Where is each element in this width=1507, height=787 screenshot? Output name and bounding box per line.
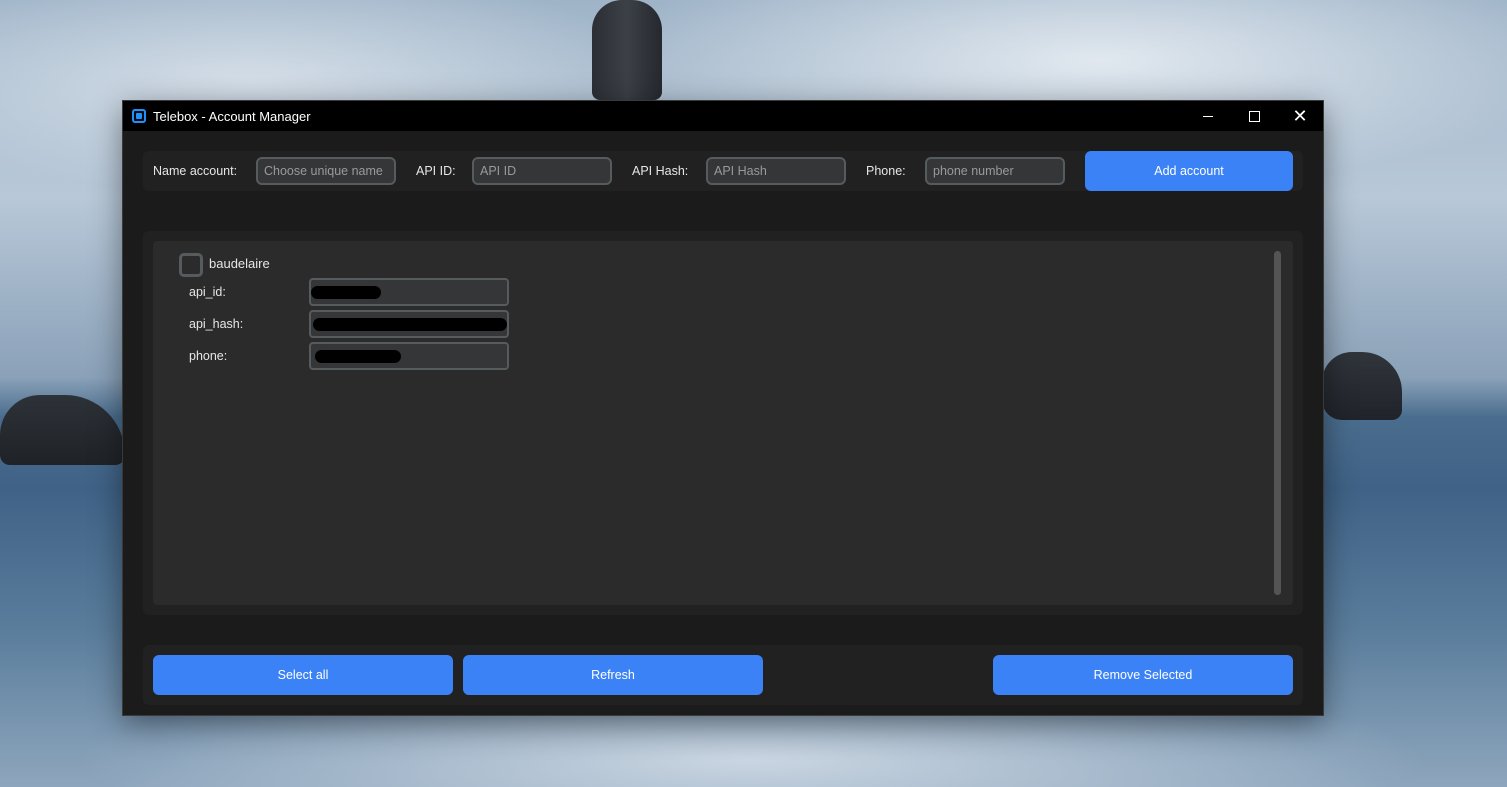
account-phone-field[interactable]: [309, 342, 509, 370]
actions-bar: Select all Refresh Remove Selected: [143, 645, 1303, 705]
redaction-mark: [311, 286, 381, 299]
phone-label: Phone:: [866, 164, 906, 178]
window-controls: ✕: [1185, 101, 1323, 131]
refresh-button[interactable]: Refresh: [463, 655, 763, 695]
name-account-input[interactable]: Choose unique name: [256, 157, 396, 185]
maximize-button[interactable]: [1231, 101, 1277, 131]
app-square-icon: [132, 109, 146, 123]
shore-rock-left: [0, 395, 125, 465]
list-scrollbar[interactable]: [1274, 251, 1281, 595]
account-manager-window: Telebox - Account Manager ✕ Name account…: [123, 101, 1323, 715]
redaction-mark: [315, 350, 401, 363]
accounts-list-panel: baudelaire api_id: api_hash: phone:: [143, 231, 1303, 615]
maximize-icon: [1248, 110, 1260, 122]
api-hash-field-label: api_hash:: [189, 317, 244, 331]
account-api-hash-field[interactable]: [309, 310, 509, 338]
minimize-button[interactable]: [1185, 101, 1231, 131]
account-api-id-field[interactable]: [309, 278, 509, 306]
close-icon: ✕: [1292, 106, 1308, 126]
api-id-field-label: api_id:: [189, 285, 226, 299]
add-account-form: Name account: Choose unique name API ID:…: [143, 151, 1303, 191]
desktop-background: Telebox - Account Manager ✕ Name account…: [0, 0, 1507, 787]
close-button[interactable]: ✕: [1277, 101, 1323, 131]
name-account-label: Name account:: [153, 164, 238, 178]
redaction-mark: [313, 318, 507, 331]
shore-rock-right: [1322, 352, 1402, 420]
accounts-scroll-area[interactable]: baudelaire api_id: api_hash: phone:: [153, 241, 1293, 605]
add-account-button[interactable]: Add account: [1085, 151, 1293, 191]
minimize-icon: [1203, 115, 1213, 117]
phone-field-label: phone:: [189, 349, 228, 363]
select-all-button[interactable]: Select all: [153, 655, 453, 695]
sea-stack-rock: [592, 0, 662, 100]
api-id-input[interactable]: API ID: [472, 157, 612, 185]
title-bar[interactable]: Telebox - Account Manager ✕: [123, 101, 1323, 131]
account-checkbox[interactable]: [179, 253, 203, 277]
remove-selected-button[interactable]: Remove Selected: [993, 655, 1293, 695]
api-hash-label: API Hash:: [632, 164, 689, 178]
api-hash-input[interactable]: API Hash: [706, 157, 846, 185]
window-title: Telebox - Account Manager: [153, 108, 311, 124]
api-id-label: API ID:: [416, 164, 456, 178]
account-name: baudelaire: [209, 256, 270, 271]
phone-input[interactable]: phone number: [925, 157, 1065, 185]
